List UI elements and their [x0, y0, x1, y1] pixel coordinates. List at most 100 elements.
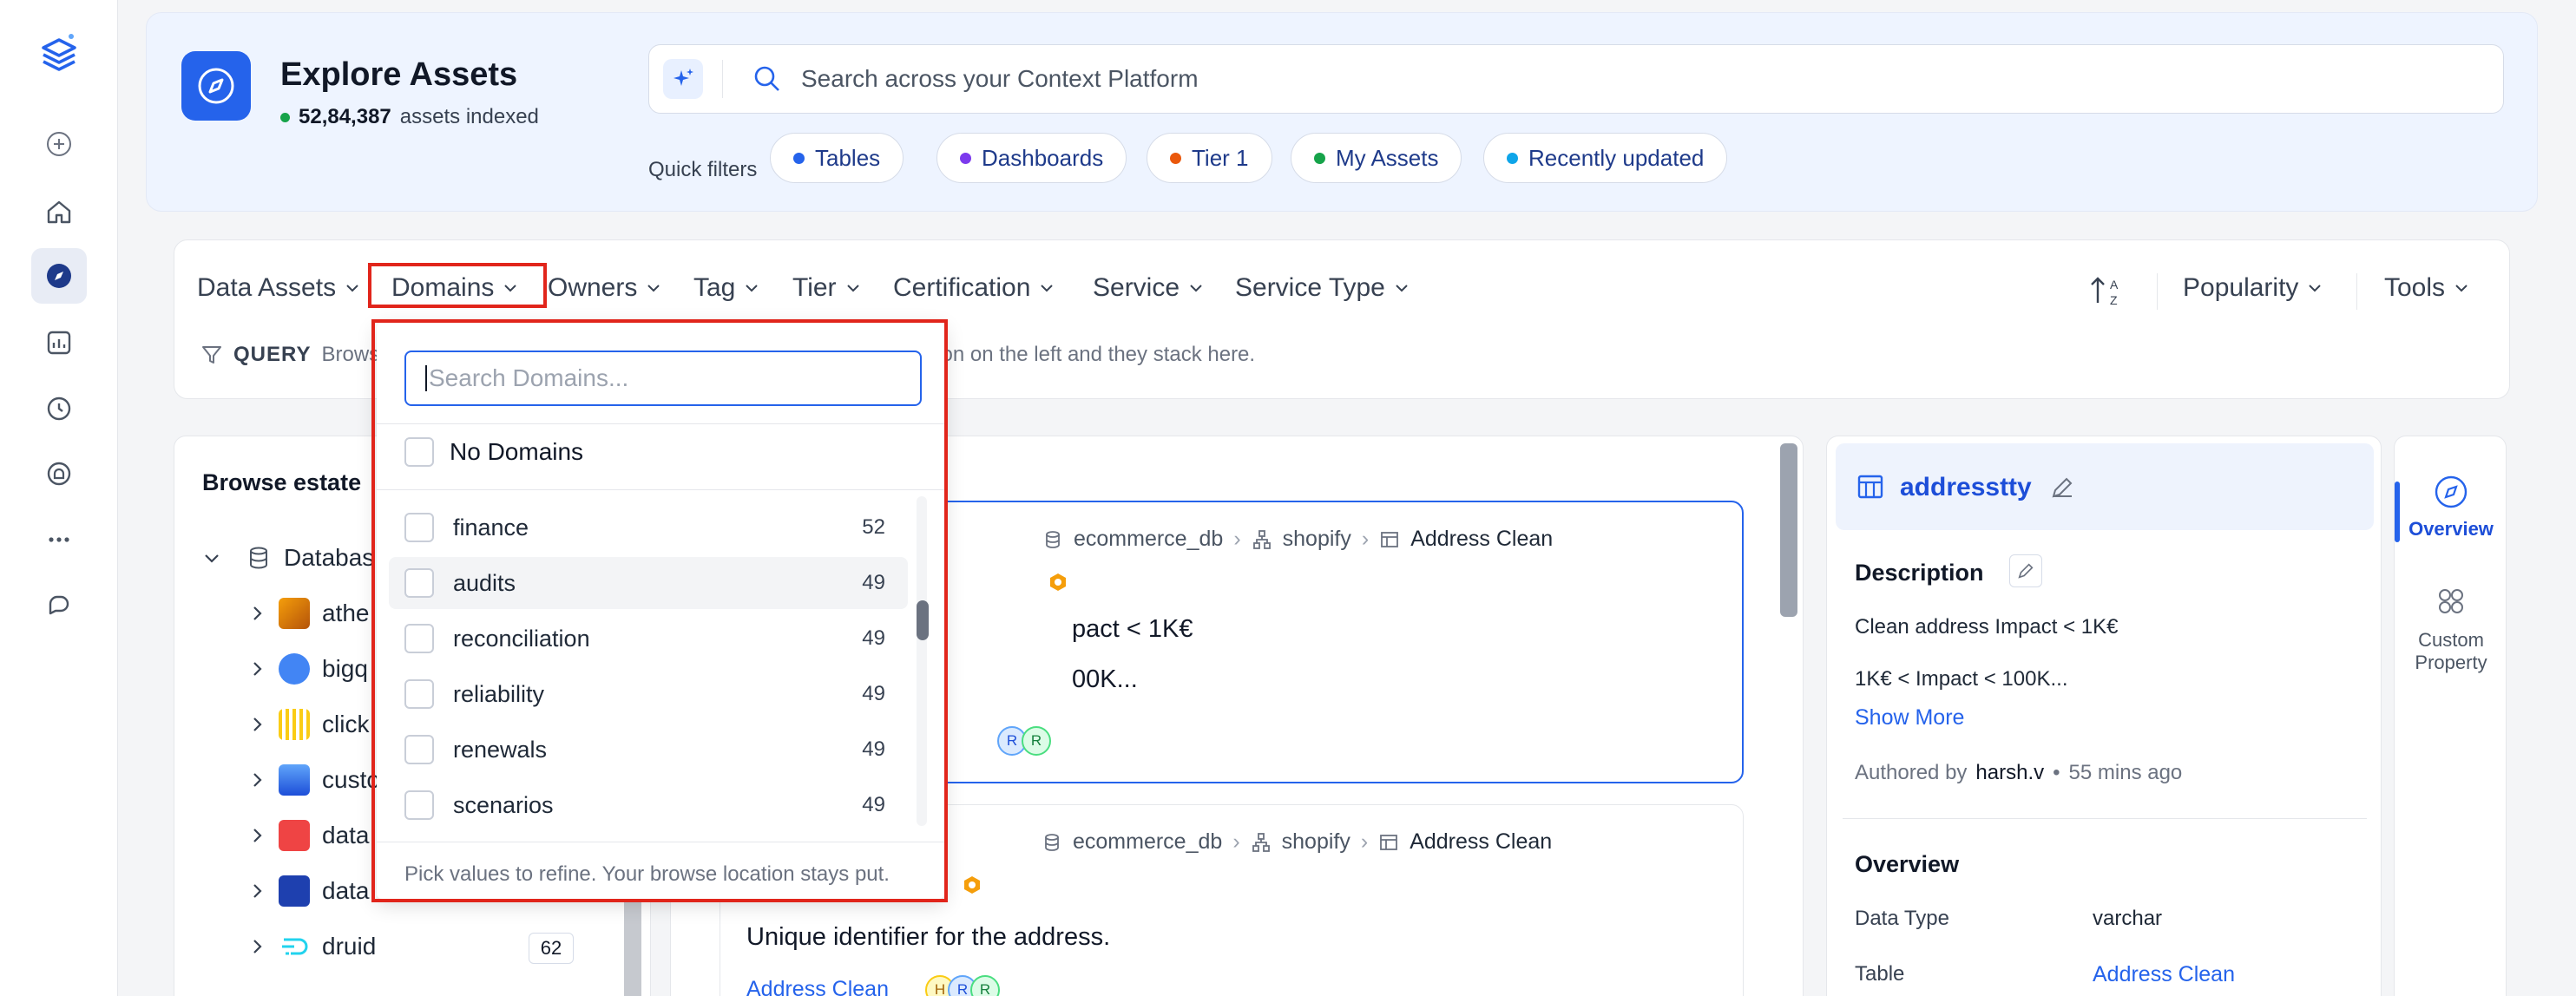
tree-item-databricks[interactable]: data — [247, 820, 370, 851]
edit-description-button[interactable] — [2009, 554, 2042, 587]
sort-popularity-dropdown[interactable]: Popularity — [2183, 273, 2323, 303]
table-icon — [1380, 834, 1398, 850]
breadcrumb: ecommerce_db › shopify › Address Clean — [1042, 829, 1552, 855]
tree-label: Databas — [284, 544, 375, 571]
asset-name[interactable]: addresstty — [1900, 473, 2032, 502]
results-scrollbar[interactable] — [1780, 443, 1797, 617]
tree-root-databases[interactable]: Databas — [202, 544, 374, 572]
governance-icon[interactable] — [31, 446, 87, 501]
query-hint-right: ation on the left and they stack here. — [919, 343, 1256, 366]
search-icon — [754, 66, 779, 91]
show-more-link[interactable]: Show More — [1855, 705, 1964, 731]
breadcrumb-table[interactable]: Address Clean — [1410, 527, 1553, 552]
explore-compass-icon[interactable] — [31, 248, 87, 304]
author-name[interactable]: harsh.v — [1975, 761, 2044, 785]
add-icon[interactable] — [31, 116, 87, 172]
sort-direction-button[interactable]: A Z — [2089, 273, 2127, 308]
filter-owners[interactable]: Owners — [548, 273, 661, 303]
tree-item-bigquery[interactable]: bigq — [247, 653, 368, 685]
table-link[interactable]: Address Clean — [2093, 962, 2235, 987]
tab-overview[interactable]: Overview — [2395, 473, 2507, 541]
breadcrumb-db[interactable]: ecommerce_db — [1073, 829, 1222, 855]
tree-label: data — [322, 877, 370, 904]
result-description-line: pact < 1K€ — [1072, 615, 1193, 643]
breadcrumb-separator: › — [1360, 829, 1369, 854]
result-description-line: Unique identifier for the address. — [746, 923, 1111, 951]
quick-filter-my-assets[interactable]: My Assets — [1291, 133, 1462, 183]
tab-label: Property — [2415, 652, 2487, 673]
chevron-down-icon — [846, 285, 859, 292]
tree-item-custom-database[interactable]: custo — [247, 764, 380, 796]
avatar[interactable]: R — [1022, 726, 1051, 756]
app-logo-icon[interactable] — [36, 31, 82, 76]
bigquery-icon — [279, 653, 310, 685]
chip-label: Tier 1 — [1192, 144, 1249, 171]
filter-tier[interactable]: Tier — [792, 273, 861, 303]
filter-service[interactable]: Service — [1093, 273, 1204, 303]
quick-filter-recently-updated[interactable]: Recently updated — [1483, 133, 1728, 183]
time-ago: 55 mins ago — [2068, 761, 2183, 784]
filter-funnel-icon — [202, 346, 221, 364]
search-divider — [722, 60, 723, 98]
quick-filters-label: Quick filters — [648, 158, 758, 181]
quick-filter-dashboards[interactable]: Dashboards — [936, 133, 1127, 183]
insights-icon[interactable] — [31, 314, 87, 370]
tree-item-druid[interactable]: druid — [247, 931, 376, 962]
chevron-down-icon — [205, 554, 219, 563]
description-line: 1K€ < Impact < 100K... — [1855, 667, 2068, 691]
filter-certification[interactable]: Certification — [893, 273, 1055, 303]
athena-icon — [279, 598, 310, 629]
compass-icon — [2435, 475, 2468, 508]
avatar[interactable]: R — [970, 975, 1000, 996]
chip-dot — [1170, 152, 1181, 164]
custom-property-icon — [2439, 589, 2463, 613]
breadcrumb: ecommerce_db › shopify › Address Clean — [1042, 527, 1553, 552]
assets-suffix: assets indexed — [399, 105, 539, 128]
filter-service-type[interactable]: Service Type — [1235, 273, 1410, 303]
data-type-label: Data Type — [1855, 907, 1949, 930]
breadcrumb-separator: › — [1232, 829, 1240, 854]
filter-label: Tier — [792, 273, 837, 302]
breadcrumb-schema[interactable]: shopify — [1283, 527, 1351, 552]
tree-label: data — [322, 822, 370, 849]
tier-badge-icon — [1050, 573, 1066, 591]
sort-label: Popularity — [2183, 273, 2299, 302]
chat-icon[interactable] — [31, 578, 87, 633]
tree-item-athena[interactable]: athe — [247, 598, 370, 629]
asset-detail-panel: addresstty Description Clean address Imp… — [1826, 436, 2382, 996]
quick-filter-tier1[interactable]: Tier 1 — [1147, 133, 1272, 183]
home-icon[interactable] — [31, 184, 87, 239]
tools-dropdown[interactable]: Tools — [2384, 273, 2469, 303]
breadcrumb-table[interactable]: Address Clean — [1410, 829, 1552, 855]
toolbar-divider — [2157, 273, 2158, 310]
overview-title: Overview — [1855, 851, 1960, 877]
more-icon[interactable] — [31, 512, 87, 567]
result-table-link[interactable]: Address Clean — [746, 977, 889, 996]
filter-data-assets[interactable]: Data Assets — [197, 273, 360, 303]
tab-label: Custom — [2418, 629, 2484, 651]
sort-az-icon: A Z — [2091, 277, 2119, 307]
asset-detail-header: addresstty — [1836, 443, 2374, 530]
assets-count: 52,84,387 — [299, 105, 391, 128]
tab-custom-property[interactable]: Custom Property — [2395, 582, 2507, 674]
edit-pencil-icon[interactable] — [2049, 475, 2075, 501]
global-search-bar[interactable]: Search across your Context Platform — [648, 44, 2504, 114]
observability-icon[interactable] — [31, 380, 87, 436]
dropdown-highlight — [371, 319, 948, 902]
breadcrumb-db[interactable]: ecommerce_db — [1074, 527, 1223, 552]
meta-separator: • — [2053, 761, 2060, 784]
count-badge: 62 — [529, 933, 574, 964]
chip-label: Recently updated — [1528, 144, 1705, 171]
quick-filter-tables[interactable]: Tables — [770, 133, 904, 183]
breadcrumb-schema[interactable]: shopify — [1282, 829, 1350, 855]
ai-sparkle-icon[interactable] — [663, 59, 703, 99]
tree-item-datalake[interactable]: data — [247, 875, 370, 907]
filter-tag[interactable]: Tag — [693, 273, 759, 303]
breadcrumb-separator: › — [1361, 527, 1370, 551]
browse-title: Browse estate — [202, 469, 362, 495]
search-input[interactable]: Search across your Context Platform — [801, 65, 1199, 93]
filter-label: Owners — [548, 273, 638, 302]
tree-label: athe — [322, 600, 370, 626]
chevron-down-icon — [1041, 285, 1054, 292]
tree-item-clickhouse[interactable]: click — [247, 709, 369, 740]
